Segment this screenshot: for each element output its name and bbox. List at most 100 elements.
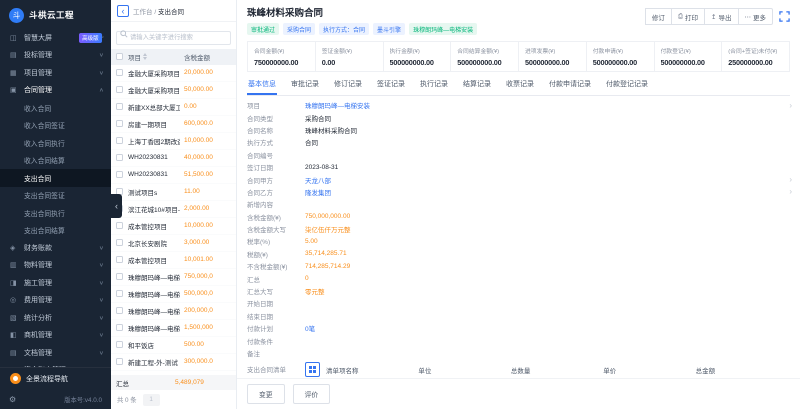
row-checkbox[interactable]	[116, 171, 123, 178]
sidebar-item[interactable]: 收入合同结算	[0, 152, 111, 170]
action-button-label: 更多	[753, 12, 766, 22]
sidebar-item[interactable]: ◎ 费用管理 ∨	[0, 292, 111, 310]
breadcrumb-root[interactable]: 工作台	[133, 9, 153, 16]
row-checkbox[interactable]	[116, 341, 123, 348]
tab[interactable]: 基本信息	[247, 74, 277, 95]
footer-button[interactable]: 评价	[293, 384, 331, 404]
stat-item: 付款登记(¥) 500000000.00	[654, 42, 722, 71]
panorama-nav-button[interactable]: 全景流程导航	[0, 368, 111, 389]
sort-icon[interactable]	[143, 53, 147, 60]
tab[interactable]: 结算记录	[462, 74, 492, 95]
footer-button[interactable]: 变更	[247, 384, 285, 404]
stat-value: 500000000.00	[390, 58, 445, 67]
sidebar-item[interactable]: ▧ 统计分析 ∨	[0, 309, 111, 327]
row-checkbox[interactable]	[116, 307, 123, 314]
sidebar-item[interactable]: ▤ 文档管理 ∨	[0, 344, 111, 362]
table-row[interactable]: 成本管控项目 10,001.00	[111, 252, 236, 269]
table-row[interactable]: 新建工程-外-测试 300,000.0	[111, 354, 236, 371]
table-row[interactable]: 北京长安剧院 3,000.00	[111, 235, 236, 252]
pagination-page-button[interactable]: 1	[143, 394, 160, 406]
row-checkbox[interactable]	[116, 222, 123, 229]
sidebar-item[interactable]: 支出合同	[0, 169, 111, 187]
row-checkbox[interactable]	[116, 120, 123, 127]
row-checkbox[interactable]	[116, 86, 123, 93]
sidebar-item[interactable]: ◨ 施工管理 ∨	[0, 274, 111, 292]
row-checkbox[interactable]	[116, 290, 123, 297]
item-grid-icon[interactable]	[305, 362, 320, 377]
row-checkbox[interactable]	[116, 239, 123, 246]
sidebar-item-label: 商机管理	[24, 330, 99, 340]
form-row: 开始日期	[247, 297, 792, 309]
table-row[interactable]: 房建一期项目 600,000.0	[111, 116, 236, 133]
stat-label: 付款登记(¥)	[661, 46, 716, 55]
chevron-right-icon[interactable]: ›	[789, 101, 792, 110]
tab[interactable]: 付款申请记录	[548, 74, 592, 95]
sidebar-item[interactable]: ▤ 投标管理 ∨	[0, 47, 111, 65]
action-button[interactable]: ⎙ 打印	[671, 8, 705, 25]
row-checkbox[interactable]	[116, 103, 123, 110]
tab[interactable]: 签证记录	[376, 74, 406, 95]
table-row[interactable]: 测试项目s 11.00	[111, 184, 236, 201]
table-row[interactable]: 珠穆朗玛峰—电梯... 500,000,0	[111, 286, 236, 303]
action-button[interactable]: 修订	[645, 8, 672, 25]
sidebar-item[interactable]: 支出合同结算	[0, 222, 111, 240]
table-row[interactable]: 成本管控项目 10,000.00	[111, 218, 236, 235]
table-row[interactable]: 珠穆朗玛峰—电梯... 1,500,000	[111, 320, 236, 337]
sidebar-item[interactable]: ◈ 财务账款 ∨	[0, 239, 111, 257]
stat-value: 0.00	[322, 58, 377, 67]
tab[interactable]: 修订记录	[333, 74, 363, 95]
table-row[interactable]: WH20230831 40,000.00	[111, 150, 236, 167]
table-row[interactable]: 新建XX总部大厦工... 0.00	[111, 99, 236, 116]
row-amount: 0.00	[184, 103, 231, 110]
sidebar-item[interactable]: 支出合同签证	[0, 187, 111, 205]
table-row[interactable]: 和平饭店 500.00	[111, 337, 236, 354]
sidebar-item[interactable]: 收入合同执行	[0, 134, 111, 152]
sidebar-item[interactable]: ◫ 智慧大屏 高级版 ›	[0, 29, 111, 47]
table-row[interactable]: 滨江花城10#项目-... 2,000.00	[111, 201, 236, 218]
status-tag: 墨斗引擎	[373, 23, 405, 35]
table-row[interactable]: 上海丁香园2期改造... 10,000.00	[111, 133, 236, 150]
search-input[interactable]	[116, 31, 231, 45]
table-row[interactable]: 金融大厦采购项目 20,000.00	[111, 65, 236, 82]
row-checkbox[interactable]	[116, 154, 123, 161]
table-row[interactable]: WH20230831 51,500.00	[111, 167, 236, 184]
tab[interactable]: 执行记录	[419, 74, 449, 95]
back-button[interactable]: ‹	[117, 5, 129, 17]
column-header-project-label: 项目	[128, 52, 141, 62]
sidebar-item[interactable]: ▣ 合同管理 ∧	[0, 82, 111, 100]
row-checkbox[interactable]	[116, 256, 123, 263]
chevron-right-icon[interactable]: ›	[789, 175, 792, 184]
table-row[interactable]: 珠穆朗玛峰—电梯... 750,000,0	[111, 269, 236, 286]
tab[interactable]: 付款登记记录	[605, 74, 649, 95]
panorama-label: 全景流程导航	[26, 374, 68, 384]
app-logo[interactable]: 斗 斗栱云工程	[0, 3, 111, 27]
sidebar-item[interactable]: 支出合同执行	[0, 204, 111, 222]
gear-icon[interactable]: ⚙	[9, 395, 16, 404]
row-checkbox[interactable]	[116, 69, 123, 76]
field-label: 支出合同清单	[247, 361, 305, 374]
sidebar-item[interactable]: 收入合同	[0, 99, 111, 117]
sidebar-collapse-handle[interactable]: ‹	[111, 194, 122, 218]
sidebar-item[interactable]: ▥ 物料管理 ∨	[0, 257, 111, 275]
row-project-name: 金融大厦采购项目	[128, 68, 180, 78]
row-checkbox[interactable]	[116, 358, 123, 365]
tab[interactable]: 审批记录	[290, 74, 320, 95]
field-label: 开始日期	[247, 298, 305, 308]
row-project-name: 金融大厦采购项目	[128, 85, 180, 95]
sidebar-item-label: 统计分析	[24, 313, 99, 323]
row-checkbox[interactable]	[116, 137, 123, 144]
select-all-checkbox[interactable]	[116, 53, 123, 60]
sidebar-item[interactable]: ◧ 商机管理 ∨	[0, 327, 111, 345]
tab[interactable]: 收票记录	[505, 74, 535, 95]
sidebar-item[interactable]: ▦ 项目管理 ∨	[0, 64, 111, 82]
fullscreen-icon[interactable]	[779, 11, 790, 22]
row-checkbox[interactable]	[116, 324, 123, 331]
column-header-project[interactable]: 项目	[128, 52, 180, 62]
row-checkbox[interactable]	[116, 273, 123, 280]
chevron-right-icon[interactable]: ›	[789, 187, 792, 196]
table-row[interactable]: 金融大厦采购项目 50,000.00	[111, 82, 236, 99]
action-button[interactable]: ⋯ 更多	[738, 8, 774, 25]
table-row[interactable]: 珠穆朗玛峰—电梯... 200,000,0	[111, 303, 236, 320]
sidebar-item[interactable]: 收入合同签证	[0, 117, 111, 135]
action-button[interactable]: ↥ 导出	[704, 8, 738, 25]
